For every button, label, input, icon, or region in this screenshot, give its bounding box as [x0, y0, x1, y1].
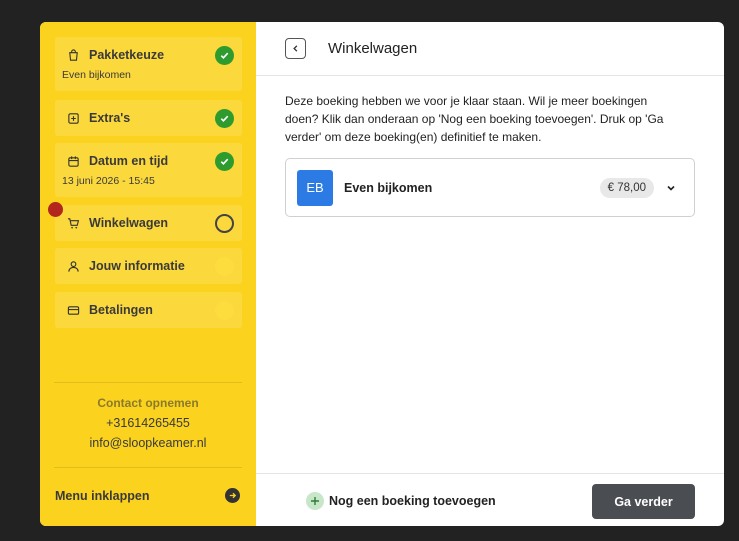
header: Winkelwagen	[256, 22, 724, 76]
footer: Nog een boeking toevoegen Ga verder	[256, 473, 724, 526]
page-title: Winkelwagen	[328, 40, 418, 57]
add-booking-label: Nog een boeking toevoegen	[329, 494, 496, 508]
continue-button[interactable]: Ga verder	[592, 484, 695, 519]
pending-step-dot-icon	[215, 256, 234, 276]
card-icon	[66, 303, 80, 317]
check-icon	[215, 151, 234, 171]
step-betalingen[interactable]: Betalingen	[55, 292, 242, 328]
booking-name: Even bijkomen	[344, 180, 433, 195]
check-icon	[215, 45, 234, 65]
step-extras[interactable]: Extra's	[55, 100, 242, 136]
person-icon	[66, 259, 80, 273]
add-booking-button[interactable]: Nog een boeking toevoegen	[306, 492, 496, 510]
pending-step-dot-icon	[215, 300, 234, 320]
plus-box-icon	[66, 111, 80, 125]
step-datum-en-tijd[interactable]: Datum en tijd 13 juni 2026 - 15:45	[55, 143, 242, 197]
step-subtitle: Even bijkomen	[62, 69, 131, 81]
booking-modal: Pakketkeuze Even bijkomen Extra's Datum …	[40, 22, 724, 526]
collapse-menu-label: Menu inklappen	[55, 488, 150, 503]
sidebar: Pakketkeuze Even bijkomen Extra's Datum …	[40, 22, 256, 526]
calendar-icon	[66, 154, 80, 168]
chevron-down-icon[interactable]	[664, 181, 678, 195]
booking-avatar: EB	[297, 169, 333, 206]
step-label: Extra's	[89, 111, 131, 125]
sidebar-divider	[54, 382, 242, 383]
contact-phone[interactable]: +31614265455	[40, 416, 256, 430]
bag-icon	[66, 48, 80, 62]
contact-email[interactable]: info@sloopkeamer.nl	[40, 436, 256, 450]
step-pakketkeuze[interactable]: Pakketkeuze Even bijkomen	[55, 37, 242, 91]
step-subtitle: 13 juni 2026 - 15:45	[62, 175, 155, 187]
booking-card[interactable]: EB Even bijkomen € 78,00	[285, 158, 695, 217]
back-button[interactable]	[285, 38, 306, 59]
sidebar-divider	[54, 467, 242, 468]
step-label: Betalingen	[89, 303, 153, 317]
current-step-ring-icon	[215, 213, 234, 233]
arrow-right-icon	[225, 488, 240, 503]
step-winkelwagen[interactable]: Winkelwagen	[55, 205, 242, 241]
step-label: Pakketkeuze	[89, 48, 165, 62]
intro-text: Deze boeking hebben we voor je klaar sta…	[285, 94, 664, 144]
price-badge: € 78,00	[599, 177, 654, 198]
step-label: Winkelwagen	[89, 216, 169, 230]
contact-title: Contact opnemen	[97, 396, 199, 410]
main-panel: Winkelwagen Deze boeking hebben we voor …	[256, 22, 724, 526]
step-label: Jouw informatie	[89, 259, 185, 273]
step-label: Datum en tijd	[89, 154, 169, 168]
plus-circle-icon	[306, 492, 324, 510]
contact-block: Contact opnemen +31614265455 info@sloopk…	[40, 396, 256, 450]
cursor-marker	[48, 202, 63, 217]
step-jouw-informatie[interactable]: Jouw informatie	[55, 248, 242, 284]
collapse-menu-button[interactable]: Menu inklappen	[55, 488, 240, 503]
check-icon	[215, 108, 234, 128]
cart-icon	[66, 216, 80, 230]
chevron-left-icon	[293, 45, 298, 52]
